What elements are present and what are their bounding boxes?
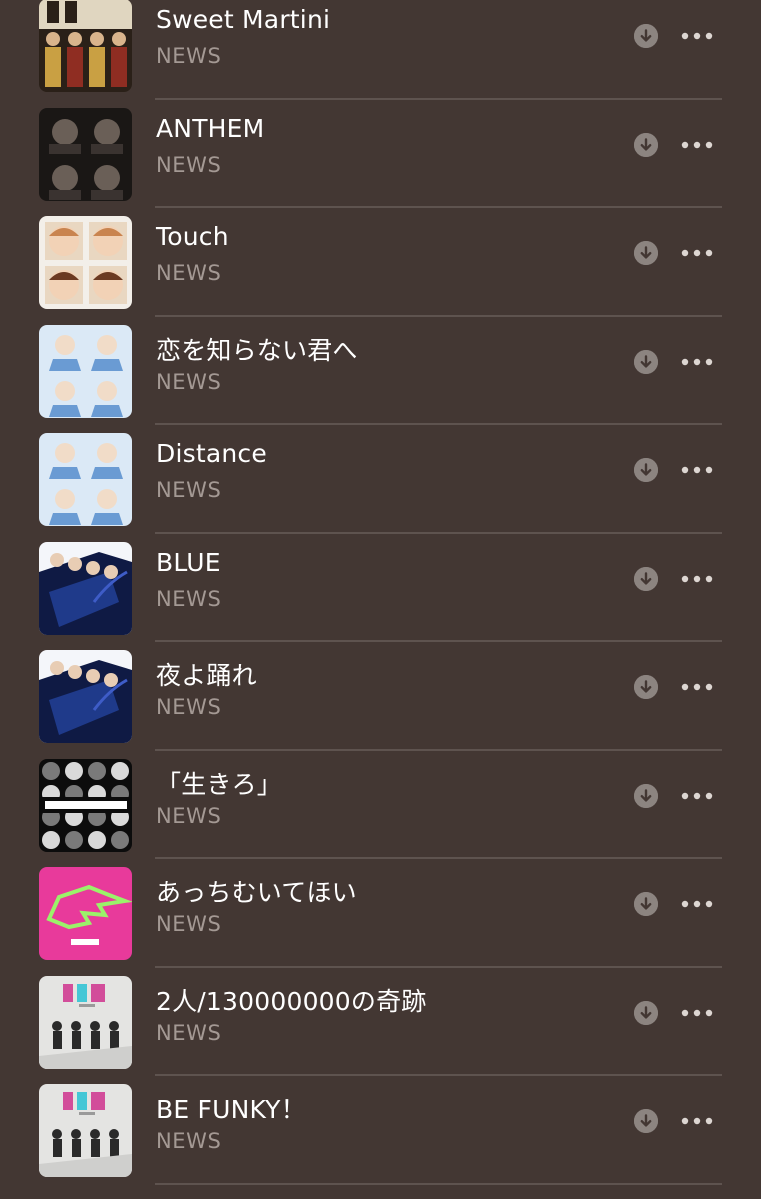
more-options-button[interactable] <box>681 894 713 914</box>
more-options-button[interactable] <box>681 677 713 697</box>
arrow-down-circle-icon <box>634 349 658 374</box>
song-row[interactable]: あっちむいてほい NEWS <box>0 859 761 968</box>
arrow-down-circle-icon <box>634 783 658 808</box>
ellipsis-icon <box>681 1003 713 1023</box>
song-title: 2人/130000000の奇跡 <box>156 986 427 1016</box>
more-options-button[interactable] <box>681 243 713 263</box>
album-art-yoru-yo-odore[interactable] <box>39 650 132 743</box>
song-artist: NEWS <box>156 369 222 394</box>
song-list: Sweet Martini NEWS ANTHEM NEWS Touch NEWS 恋を知ら… <box>0 0 761 1199</box>
ellipsis-icon <box>681 1111 713 1131</box>
arrow-down-circle-icon <box>634 132 658 157</box>
album-art-futari-no-kiseki[interactable] <box>39 975 132 1069</box>
album-art-sweet-martini[interactable] <box>39 0 132 92</box>
album-art-acchi-muite-hoi[interactable] <box>39 867 132 960</box>
song-row[interactable]: BE FUNKY！ NEWS <box>0 1076 761 1185</box>
more-options-button[interactable] <box>681 569 713 589</box>
song-artist: NEWS <box>156 803 222 828</box>
download-button[interactable] <box>634 675 658 699</box>
download-button[interactable] <box>634 458 658 482</box>
ellipsis-icon <box>681 786 713 806</box>
song-row[interactable]: 夜よ踊れ NEWS <box>0 642 761 751</box>
ellipsis-icon <box>681 894 713 914</box>
song-title: 夜よ踊れ <box>156 661 257 690</box>
download-button[interactable] <box>634 566 658 591</box>
album-art-ikiro[interactable] <box>39 758 132 852</box>
ellipsis-icon <box>681 352 713 372</box>
song-artist: NEWS <box>156 478 222 502</box>
row-divider <box>155 1182 722 1185</box>
album-art-touch[interactable] <box>39 216 132 309</box>
song-artist: NEWS <box>156 912 222 936</box>
album-art-distance[interactable] <box>39 433 132 526</box>
ellipsis-icon <box>681 569 713 589</box>
download-button[interactable] <box>634 132 658 157</box>
album-art-be-funky[interactable] <box>39 1084 132 1177</box>
ellipsis-icon <box>681 135 713 155</box>
download-button[interactable] <box>634 892 658 916</box>
song-artist: NEWS <box>156 1020 222 1045</box>
song-row[interactable]: 恋を知らない君へ NEWS <box>0 317 761 425</box>
more-options-button[interactable] <box>681 460 713 480</box>
song-artist: NEWS <box>156 586 222 611</box>
more-options-button[interactable] <box>681 786 713 806</box>
arrow-down-circle-icon <box>634 24 658 48</box>
more-options-button[interactable] <box>681 135 713 155</box>
song-title: あっちむいてほい <box>156 878 357 907</box>
song-title: Sweet Martini <box>156 5 331 34</box>
song-artist: NEWS <box>156 44 222 68</box>
song-title: BLUE <box>156 547 221 577</box>
ellipsis-icon <box>681 26 713 46</box>
download-button[interactable] <box>634 24 658 48</box>
song-row[interactable]: ANTHEM NEWS <box>0 100 761 208</box>
song-row[interactable]: BLUE NEWS <box>0 534 761 642</box>
more-options-button[interactable] <box>681 26 713 46</box>
song-title: Distance <box>156 439 267 468</box>
song-artist: NEWS <box>156 261 222 285</box>
song-row[interactable]: Distance NEWS <box>0 425 761 534</box>
song-title: Touch <box>156 222 229 251</box>
song-row[interactable]: Touch NEWS <box>0 208 761 317</box>
arrow-down-circle-icon <box>634 675 658 699</box>
arrow-down-circle-icon <box>634 458 658 482</box>
arrow-down-circle-icon <box>634 892 658 916</box>
album-art-blue[interactable] <box>39 541 132 635</box>
ellipsis-icon <box>681 243 713 263</box>
download-button[interactable] <box>634 349 658 374</box>
album-art-koi-wo-shiranai-kimi-e[interactable] <box>39 324 132 418</box>
song-row[interactable]: Sweet Martini NEWS <box>0 0 761 100</box>
download-button[interactable] <box>634 783 658 808</box>
song-artist: NEWS <box>156 1129 222 1153</box>
song-artist: NEWS <box>156 152 222 177</box>
song-row[interactable]: 「生きろ」 NEWS <box>0 751 761 859</box>
more-options-button[interactable] <box>681 1003 713 1023</box>
song-artist: NEWS <box>156 695 222 719</box>
arrow-down-circle-icon <box>634 1109 658 1133</box>
song-title: 「生きろ」 <box>156 769 283 799</box>
album-art-anthem[interactable] <box>39 107 132 201</box>
ellipsis-icon <box>681 677 713 697</box>
ellipsis-icon <box>681 460 713 480</box>
song-title: 恋を知らない君へ <box>156 335 358 365</box>
arrow-down-circle-icon <box>634 566 658 591</box>
download-button[interactable] <box>634 241 658 265</box>
download-button[interactable] <box>634 1109 658 1133</box>
arrow-down-circle-icon <box>634 241 658 265</box>
download-button[interactable] <box>634 1000 658 1025</box>
arrow-down-circle-icon <box>634 1000 658 1025</box>
more-options-button[interactable] <box>681 352 713 372</box>
more-options-button[interactable] <box>681 1111 713 1131</box>
song-title: ANTHEM <box>156 113 265 143</box>
song-title: BE FUNKY！ <box>156 1095 306 1124</box>
song-row[interactable]: 2人/130000000の奇跡 NEWS <box>0 968 761 1076</box>
